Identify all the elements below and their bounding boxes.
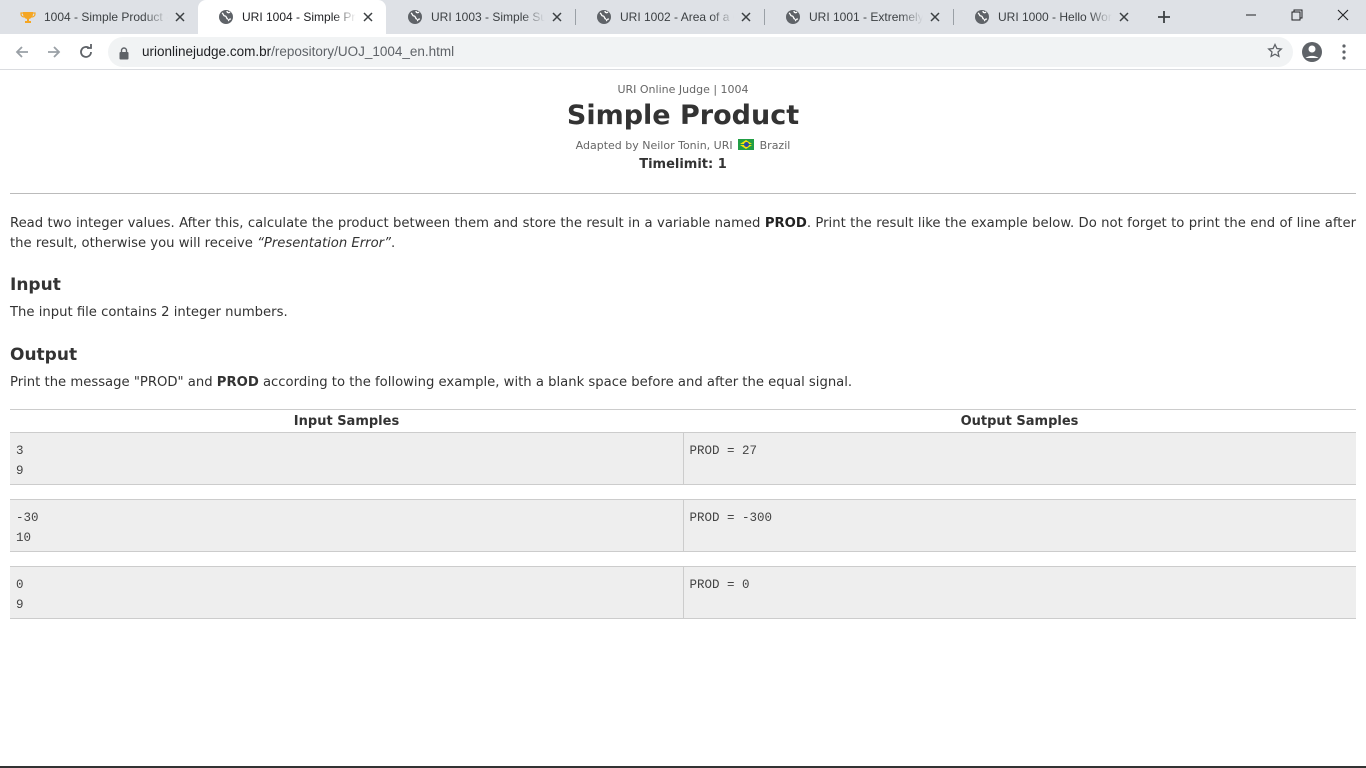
url-host: urionlinejudge.com.br xyxy=(142,44,272,59)
samples-table: Input Samples Output Samples 39 PROD = 2… xyxy=(10,409,1356,619)
url-text[interactable]: urionlinejudge.com.br/repository/UOJ_100… xyxy=(142,44,454,59)
sample-gap xyxy=(10,484,1356,500)
browser-menu-button[interactable] xyxy=(1336,40,1352,64)
forward-button[interactable] xyxy=(40,38,68,66)
globe-icon xyxy=(974,9,990,25)
sample-line: 9 xyxy=(16,598,24,612)
address-bar[interactable]: urionlinejudge.com.br/repository/UOJ_100… xyxy=(108,37,1293,67)
globe-icon xyxy=(596,9,612,25)
sample-row: 09 PROD = 0 xyxy=(10,566,1356,619)
input-heading: Input xyxy=(10,275,61,295)
sample-input: 39 xyxy=(10,432,684,485)
output-text: Print the message "PROD" and PROD accord… xyxy=(10,375,852,390)
lock-icon[interactable] xyxy=(119,45,129,64)
sample-line: 10 xyxy=(16,531,32,545)
sample-row: -30 10 PROD = -300 xyxy=(10,499,1356,552)
sample-line: PROD = 0 xyxy=(689,578,750,592)
sample-gap xyxy=(10,551,1356,567)
timelimit: Timelimit: 1 xyxy=(639,157,727,172)
tab-strip: 1004 - Simple Product - URI 1004 - Simpl… xyxy=(0,0,1366,34)
reload-button[interactable] xyxy=(72,38,100,66)
globe-icon xyxy=(218,9,234,25)
new-tab-button[interactable] xyxy=(1153,6,1175,28)
description-bold: PROD xyxy=(764,216,807,231)
tab-1004-simple-product[interactable]: 1004 - Simple Product - xyxy=(0,0,198,34)
restore-button[interactable] xyxy=(1274,0,1320,30)
brazil-flag-icon xyxy=(738,139,755,150)
judge-line: URI Online Judge | 1004 xyxy=(617,83,749,96)
close-tab-icon[interactable] xyxy=(1116,9,1132,25)
reload-icon xyxy=(80,44,92,58)
tab-uri-1001[interactable]: URI 1001 - Extremely Ba xyxy=(765,0,953,34)
minimize-button[interactable] xyxy=(1228,0,1274,30)
sample-output: PROD = -300 xyxy=(683,499,1356,552)
page-title: Simple Product xyxy=(566,100,800,131)
close-tab-icon[interactable] xyxy=(360,9,376,25)
tab-title: URI 1001 - Extremely Ba xyxy=(809,10,923,24)
adapted-by: Adapted by Neilor Tonin, URI Brazil xyxy=(0,139,1366,152)
sample-input: 09 xyxy=(10,566,684,619)
description-text: Read two integer values. After this, cal… xyxy=(10,216,765,231)
sample-row: 39 PROD = 27 xyxy=(10,432,1356,485)
sample-line: 3 xyxy=(16,444,24,458)
close-window-button[interactable] xyxy=(1320,0,1366,30)
tab-uri-1002[interactable]: URI 1002 - Area of a Cir xyxy=(576,0,764,34)
close-tab-icon[interactable] xyxy=(738,9,754,25)
adapted-text: Adapted by Neilor Tonin, URI xyxy=(575,139,733,152)
tab-title: URI 1000 - Hello World! xyxy=(998,10,1112,24)
description-text: . xyxy=(390,236,396,251)
description-italic: “Presentation Error” xyxy=(257,236,391,251)
page-content: URI Online Judge | 1004 Simple Product A… xyxy=(0,71,1366,768)
input-samples-header: Input Samples xyxy=(10,409,683,433)
globe-icon xyxy=(785,9,801,25)
tab-uri-1004[interactable]: URI 1004 - Simple Prod xyxy=(198,0,386,34)
account-icon xyxy=(1302,42,1322,62)
sample-line: 0 xyxy=(16,578,24,592)
output-text-part: Print the message "PROD" and xyxy=(10,375,217,390)
sample-output: PROD = 27 xyxy=(683,432,1356,485)
tab-title: URI 1003 - Simple Sum xyxy=(431,10,545,24)
back-arrow-icon xyxy=(15,46,28,58)
output-text-part: according to the following example, with… xyxy=(258,375,853,390)
output-text-bold: PROD xyxy=(216,375,259,390)
sample-output: PROD = 0 xyxy=(683,566,1356,619)
bookmark-star-icon[interactable] xyxy=(1267,42,1283,63)
divider xyxy=(10,193,1356,194)
sample-line: PROD = 27 xyxy=(689,444,758,458)
globe-icon xyxy=(407,9,423,25)
tab-title: URI 1002 - Area of a Cir xyxy=(620,10,734,24)
tab-title: 1004 - Simple Product - xyxy=(44,10,168,24)
restore-icon xyxy=(1291,9,1303,21)
country-name: Brazil xyxy=(759,139,791,152)
browser-toolbar: urionlinejudge.com.br/repository/UOJ_100… xyxy=(0,34,1366,70)
profile-avatar-button[interactable] xyxy=(1300,40,1324,64)
uri-trophy-icon xyxy=(20,9,36,25)
back-button[interactable] xyxy=(8,38,36,66)
output-heading: Output xyxy=(10,345,78,365)
input-text: The input file contains 2 integer number… xyxy=(10,305,288,320)
plus-icon xyxy=(1158,11,1170,23)
tab-uri-1003[interactable]: URI 1003 - Simple Sum xyxy=(387,0,575,34)
close-tab-icon[interactable] xyxy=(927,9,943,25)
url-path: /repository/UOJ_1004_en.html xyxy=(271,44,455,59)
close-tab-icon[interactable] xyxy=(549,9,565,25)
close-tab-icon[interactable] xyxy=(172,9,188,25)
tab-uri-1000[interactable]: URI 1000 - Hello World! xyxy=(954,0,1142,34)
kebab-menu-icon xyxy=(1342,44,1346,60)
output-samples-header: Output Samples xyxy=(683,409,1356,433)
close-icon xyxy=(1337,9,1349,21)
sample-input: -30 10 xyxy=(10,499,684,552)
sample-line: 9 xyxy=(16,464,24,478)
problem-description: Read two integer values. After this, cal… xyxy=(10,214,1356,254)
tab-title: URI 1004 - Simple Prod xyxy=(242,10,356,24)
sample-line: -30 xyxy=(16,511,39,525)
forward-arrow-icon xyxy=(48,46,61,58)
minimize-icon xyxy=(1246,14,1256,16)
sample-line: PROD = -300 xyxy=(689,511,773,525)
